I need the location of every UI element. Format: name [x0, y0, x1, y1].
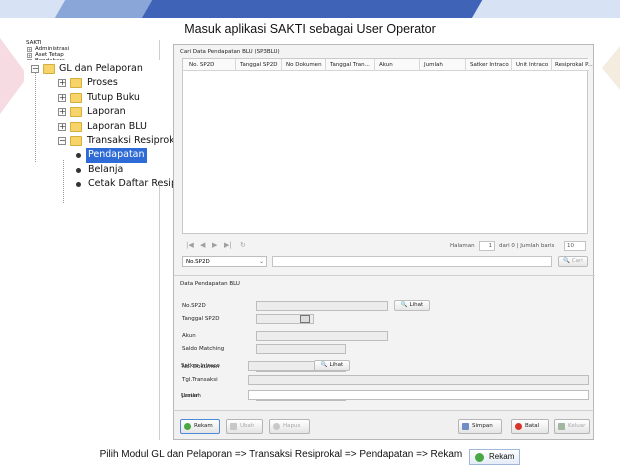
- column-header[interactable]: Satker Intraco: [470, 62, 509, 68]
- prev-page-icon[interactable]: ◀: [200, 241, 205, 249]
- folder-icon: [70, 121, 82, 132]
- table-header: No. SP2D Tanggal SP2D No Dokumen Tanggal…: [183, 59, 593, 71]
- tree-item-pendapatan[interactable]: Pendapatan: [24, 148, 178, 163]
- add-icon: [475, 453, 485, 462]
- search-field-select[interactable]: No.SP2D ⌄: [182, 256, 267, 267]
- label-saldo-matching: Saldo Matching: [182, 346, 225, 352]
- pager: |◀ ◀ ▶ ▶| ↻ Halaman 1 dari 0 | Jumlah ba…: [182, 241, 588, 252]
- search-icon: 🔍: [400, 302, 408, 308]
- lihat-sp2d-button[interactable]: 🔍 Lihat: [394, 300, 430, 311]
- folder-icon: [70, 92, 82, 103]
- collapse-icon[interactable]: −: [58, 136, 66, 145]
- save-icon: [462, 423, 469, 430]
- label-tanggal-sp2d: Tanggal SP2D: [182, 316, 220, 322]
- keluar-button[interactable]: Keluar: [554, 419, 590, 434]
- menu-tree-zoomed: − GL dan Pelaporan + Proses + Tutup Buku…: [24, 60, 200, 203]
- expand-icon[interactable]: +: [58, 108, 66, 117]
- search-icon: 🔍: [320, 362, 328, 368]
- folder-icon: [70, 78, 82, 89]
- search-input[interactable]: [272, 256, 552, 267]
- column-header[interactable]: Resiprokal P...: [555, 62, 593, 68]
- folder-icon: [70, 135, 82, 146]
- column-header[interactable]: Jumlah: [424, 62, 443, 68]
- delete-icon: [273, 423, 280, 430]
- saldo-matching-field[interactable]: [256, 344, 346, 354]
- next-page-icon[interactable]: ▶: [212, 241, 217, 249]
- tree-item-proses[interactable]: + Proses: [24, 76, 178, 90]
- search-group-title: Cari Data Pendapatan BLU (SP3BLU): [180, 49, 280, 55]
- search-row: No.SP2D ⌄ 🔍 Cari: [182, 256, 588, 268]
- search-button[interactable]: 🔍 Cari: [558, 256, 588, 267]
- batal-button[interactable]: Batal: [511, 419, 549, 434]
- tree-item-cetak-daftar-resiprokal[interactable]: Cetak Daftar Resiprokal: [24, 177, 200, 191]
- expand-icon[interactable]: +: [58, 79, 66, 88]
- expand-icon[interactable]: +: [27, 46, 32, 52]
- tree-item-laporan-blu[interactable]: + Laporan BLU: [24, 120, 178, 134]
- ubah-button[interactable]: Ubah: [226, 419, 263, 434]
- tree-item-gl-pelaporan[interactable]: − GL dan Pelaporan: [24, 62, 178, 76]
- lihat-satker-button[interactable]: 🔍 Lihat: [314, 360, 350, 371]
- rekam-button[interactable]: Rekam: [180, 419, 220, 434]
- expand-icon[interactable]: +: [58, 93, 66, 102]
- column-header[interactable]: No Dokumen: [286, 62, 322, 68]
- exit-icon: [558, 423, 565, 430]
- tree-item-belanja[interactable]: Belanja: [24, 163, 178, 177]
- label-no-sp2d: No.SP2D: [182, 303, 206, 309]
- chevron-down-icon: ⌄: [258, 258, 264, 265]
- expand-icon[interactable]: +: [27, 52, 32, 58]
- rekam-button-illustration: Rekam: [469, 449, 521, 465]
- instruction-caption: Pilih Modul GL dan Pelaporan => Transaks…: [0, 447, 620, 465]
- simpan-button[interactable]: Simpan: [458, 419, 502, 434]
- no-sp2d-field[interactable]: [256, 301, 388, 311]
- page-number-field[interactable]: 1: [479, 241, 495, 251]
- column-header[interactable]: Akun: [379, 62, 393, 68]
- decorative-shape: [602, 46, 620, 90]
- column-header[interactable]: No. SP2D: [189, 62, 214, 68]
- rows-per-page-select[interactable]: 10: [564, 241, 586, 251]
- refresh-icon[interactable]: ↻: [240, 241, 246, 249]
- bottom-toolbar: Rekam Ubah Hapus Simpan Batal Keluar: [173, 410, 594, 440]
- pager-label: Halaman: [450, 243, 475, 249]
- leaf-bullet-icon: [76, 153, 81, 159]
- column-header[interactable]: Unit Intraco: [516, 62, 548, 68]
- folder-icon: [43, 64, 55, 74]
- uraian-field[interactable]: [248, 390, 589, 400]
- edit-icon: [230, 423, 237, 430]
- add-icon: [184, 423, 191, 430]
- section-divider: [174, 275, 595, 276]
- label-satker-intraco: Satker Intraco: [181, 363, 220, 369]
- tree-item-transaksi-resiprokal[interactable]: − Transaksi Resiprokal: [24, 134, 183, 148]
- top-banner: [0, 0, 620, 18]
- hapus-button[interactable]: Hapus: [269, 419, 310, 434]
- akun-field[interactable]: [256, 331, 388, 341]
- search-icon: 🔍: [563, 258, 571, 264]
- form-group-title: Data Pendapatan BLU: [180, 281, 240, 287]
- leaf-bullet-icon: [76, 167, 81, 173]
- column-header[interactable]: Tanggal Tran...: [330, 62, 370, 68]
- last-page-icon[interactable]: ▶|: [224, 241, 232, 249]
- collapse-icon[interactable]: −: [31, 65, 39, 73]
- page-title: Masuk aplikasi SAKTI sebagai User Operat…: [184, 22, 436, 36]
- expand-icon[interactable]: +: [58, 122, 66, 131]
- first-page-icon[interactable]: |◀: [186, 241, 194, 249]
- tree-item-laporan[interactable]: + Laporan: [24, 105, 178, 119]
- label-uraian: Uraian: [181, 393, 200, 399]
- label-akun: Akun: [182, 333, 196, 339]
- tree-item-tutup-buku[interactable]: + Tutup Buku: [24, 91, 178, 105]
- leaf-bullet-icon: [76, 182, 81, 188]
- results-table[interactable]: No. SP2D Tanggal SP2D No Dokumen Tanggal…: [182, 58, 593, 234]
- folder-icon: [70, 107, 82, 118]
- calendar-icon[interactable]: [300, 315, 310, 323]
- column-header[interactable]: Tanggal SP2D: [240, 62, 277, 68]
- pager-info: dari 0 | Jumlah baris: [499, 243, 555, 249]
- satker-intraco-name-field[interactable]: [248, 375, 589, 385]
- cancel-icon: [515, 423, 522, 430]
- label-tgl-transaksi: Tgl.Transaksi: [182, 377, 218, 383]
